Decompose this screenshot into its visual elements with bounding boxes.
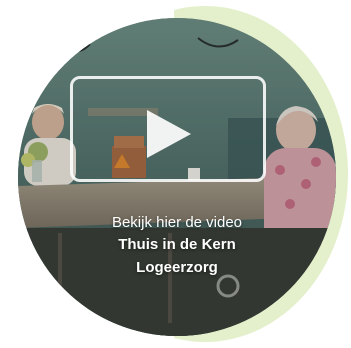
video-title-line2: Logeerzorg [136,259,218,276]
video-thumbnail[interactable]: Bekijk hier de video Thuis in de Kern Lo… [18,18,336,336]
video-title-line1: Thuis in de Kern [118,236,236,253]
video-intro-text: Bekijk hier de video [111,214,243,231]
play-icon[interactable] [141,108,193,160]
